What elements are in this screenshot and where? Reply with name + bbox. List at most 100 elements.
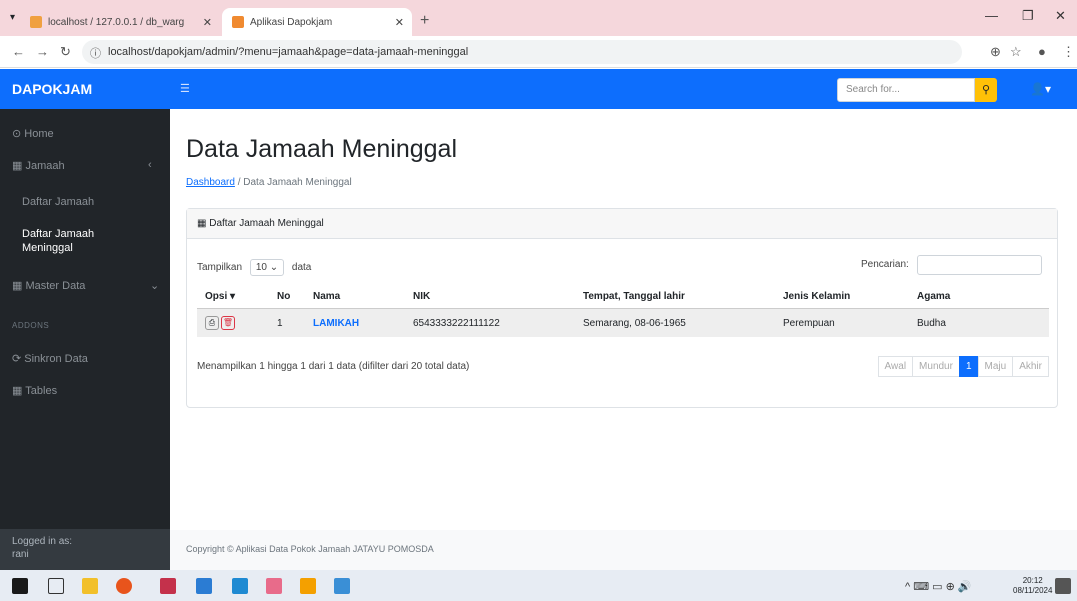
data-card: ▦ Daftar Jamaah Meninggal Tampilkan 10 ⌄… (186, 208, 1058, 408)
word-icon[interactable] (196, 578, 212, 594)
chevron-down-icon: ⌄ (150, 280, 160, 292)
sidebar-item-sinkron[interactable]: ⟳ Sinkron Data (12, 352, 88, 365)
browser-menu-icon[interactable]: ⋮ (1062, 44, 1075, 60)
sidebar-item-label: Master Data (25, 280, 86, 292)
taskbar: ^ ⌨ ▭ ⊕ 🔊 20:12 08/11/2024 (0, 570, 1077, 601)
show-label: Tampilkan (197, 262, 243, 273)
pager-last[interactable]: Akhir (1012, 356, 1049, 377)
col-jenis-kelamin[interactable]: Jenis Kelamin (775, 285, 909, 309)
cell-nama[interactable]: LAMIKAH (305, 308, 405, 337)
search-button[interactable]: ⚲ (975, 78, 997, 102)
page-footer: Copyright © Aplikasi Data Pokok Jamaah J… (170, 530, 1077, 570)
cell-opsi: ⎙ 🗑 (197, 308, 269, 337)
sidebar-item-daftar-jamaah[interactable]: Daftar Jamaah (22, 196, 94, 208)
url-input[interactable]: ⓘ localhost/dapokjam/admin/?menu=jamaah&… (82, 40, 962, 64)
sidebar-item-home[interactable]: ⊙ Home (12, 127, 54, 140)
file-explorer-icon[interactable] (82, 578, 98, 594)
breadcrumb-separator: / (237, 177, 241, 188)
cell-nik: 6543333222111122 (405, 308, 575, 337)
data-table: Opsi ▾ No Nama NIK Tempat, Tanggal lahir… (197, 285, 1049, 337)
pager-next[interactable]: Maju (977, 356, 1014, 377)
cell-agama: Budha (909, 308, 1049, 337)
top-navbar: DAPOKJAM ☰ Search for... ⚲ 👤▾ (0, 69, 1077, 109)
card-header: ▦ Daftar Jamaah Meninggal (187, 209, 1057, 239)
tab-phpmyadmin[interactable]: localhost / 127.0.0.1 / db_warg ✕ (30, 8, 220, 36)
page-length-control: Tampilkan 10 ⌄ data (197, 259, 311, 276)
sidebar-toggle-icon[interactable]: ☰ (180, 82, 190, 95)
task-view-icon[interactable] (48, 578, 64, 594)
col-nik[interactable]: NIK (405, 285, 575, 309)
new-tab-icon[interactable]: + (420, 12, 429, 30)
vscode-icon[interactable] (232, 578, 248, 594)
col-ttl[interactable]: Tempat, Tanggal lahir (575, 285, 775, 309)
card-title: Daftar Jamaah Meninggal (209, 218, 324, 229)
sidebar-item-daftar-meninggal[interactable]: Daftar Jamaah Meninggal (22, 227, 112, 255)
sidebar-item-label: Home (24, 128, 54, 140)
tab-dapokjam[interactable]: Aplikasi Dapokjam ✕ (222, 8, 412, 36)
page-length-select[interactable]: 10 ⌄ (249, 259, 285, 276)
reload-icon[interactable]: ↻ (60, 44, 71, 60)
table-header-row: Opsi ▾ No Nama NIK Tempat, Tanggal lahir… (197, 285, 1049, 309)
sidebar-item-master-data[interactable]: ▦ Master Data (12, 279, 85, 292)
site-info-icon[interactable]: ⓘ (90, 45, 101, 61)
cell-ttl: Semarang, 08-06-1965 (575, 308, 775, 337)
close-tab-icon[interactable]: ✕ (203, 16, 212, 29)
main-content: Data Jamaah Meninggal Dashboard / Data J… (170, 109, 1077, 570)
pager-current[interactable]: 1 (958, 356, 979, 377)
col-no[interactable]: No (269, 285, 305, 309)
col-nama[interactable]: Nama (305, 285, 405, 309)
zoom-icon[interactable]: ⊕ (990, 44, 1001, 60)
profile-icon[interactable]: ● (1038, 44, 1046, 59)
cell-jenis-kelamin: Perempuan (775, 308, 909, 337)
app-icon[interactable] (160, 578, 176, 594)
pagination: Awal Mundur 1 Maju Akhir (877, 356, 1049, 377)
table-info: Menampilkan 1 hingga 1 dari 1 data (difi… (197, 361, 470, 372)
close-tab-icon[interactable]: ✕ (395, 16, 404, 29)
breadcrumb: Dashboard / Data Jamaah Meninggal (186, 177, 352, 188)
col-opsi[interactable]: Opsi ▾ (197, 285, 269, 309)
back-icon[interactable]: ← (12, 44, 25, 59)
breadcrumb-dashboard-link[interactable]: Dashboard (186, 177, 235, 188)
brand-logo[interactable]: DAPOKJAM (12, 81, 92, 97)
pager-prev[interactable]: Mundur (912, 356, 960, 377)
tab-title: localhost / 127.0.0.1 / db_warg (48, 16, 185, 28)
sidebar-item-label: Sinkron Data (24, 353, 88, 365)
sidebar-item-tables[interactable]: ▦ Tables (12, 384, 57, 397)
show-suffix: data (291, 262, 312, 273)
clock-time: 20:12 (1022, 576, 1043, 585)
dapokjam-favicon-icon (232, 16, 244, 28)
windows-start-icon[interactable] (12, 578, 28, 594)
sidebar: ⊙ Home ▦ Jamaah ‹ Daftar Jamaah Daftar J… (0, 109, 170, 570)
pager-first[interactable]: Awal (877, 356, 914, 377)
print-icon[interactable]: ⎙ (205, 316, 219, 330)
clock-date: 08/11/2024 (1013, 586, 1053, 595)
tab-title: Aplikasi Dapokjam (250, 16, 333, 28)
cell-no: 1 (269, 308, 305, 337)
clock[interactable]: 20:12 08/11/2024 (1013, 576, 1052, 596)
sidebar-heading: ADDONS (12, 321, 50, 330)
sidebar-footer: Logged in as: rani (0, 529, 170, 570)
tab-menu-icon[interactable]: ▾ (10, 12, 15, 23)
col-agama[interactable]: Agama (909, 285, 1049, 309)
table-search-input[interactable] (917, 255, 1042, 275)
app2-icon[interactable] (300, 578, 316, 594)
search-input[interactable]: Search for... (837, 78, 975, 102)
chrome-icon[interactable] (116, 578, 132, 594)
delete-icon[interactable]: 🗑 (221, 316, 235, 330)
user-menu-icon[interactable]: 👤▾ (1030, 82, 1051, 96)
system-tray[interactable]: ^ ⌨ ▭ ⊕ 🔊 (905, 580, 972, 593)
sidebar-item-label: Jamaah (25, 160, 65, 172)
close-window-icon[interactable]: ✕ (1055, 8, 1066, 24)
maximize-icon[interactable]: ❐ (1022, 8, 1034, 24)
bookmark-star-icon[interactable]: ☆ (1010, 44, 1022, 60)
forward-icon[interactable]: → (36, 44, 49, 59)
table-icon: ▦ (197, 218, 207, 229)
notification-icon[interactable] (1055, 578, 1071, 594)
sidebar-item-jamaah[interactable]: ▦ Jamaah (12, 159, 65, 172)
photos-icon[interactable] (334, 578, 350, 594)
sidebar-item-label: Tables (25, 385, 58, 397)
logged-in-user: rani (12, 549, 29, 560)
minimize-icon[interactable]: — (985, 8, 998, 23)
xampp-icon[interactable] (266, 578, 282, 594)
chevron-up-icon: ‹ (148, 159, 152, 171)
